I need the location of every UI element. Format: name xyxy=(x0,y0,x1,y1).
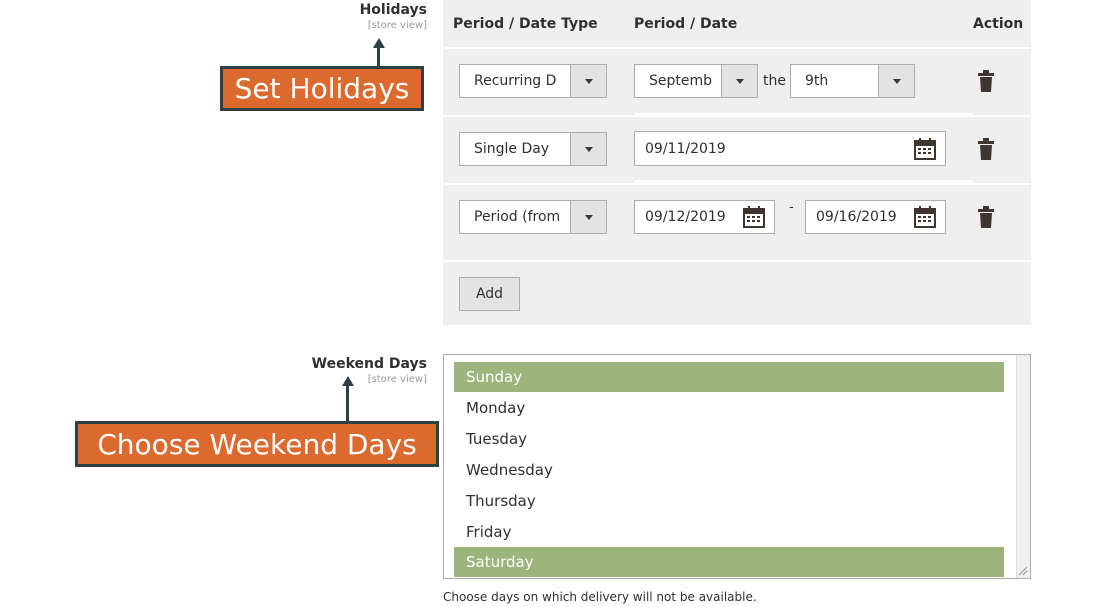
row1-day-dropdown-button[interactable] xyxy=(878,65,914,97)
weekend-arrow-line xyxy=(346,384,349,421)
row3-to-date-value: 09/16/2019 xyxy=(816,209,897,225)
row1-type-value: Recurring D xyxy=(474,73,557,89)
row2-date-input[interactable]: 09/11/2019 xyxy=(634,131,946,166)
weekend-option-thursday[interactable]: Thursday xyxy=(454,486,1004,516)
row-separator xyxy=(443,47,1031,49)
weekend-option-sunday[interactable]: Sunday xyxy=(454,362,1004,392)
column-header-date: Period / Date xyxy=(634,16,738,32)
row1-type-select[interactable]: Recurring D xyxy=(459,64,607,98)
weekend-days-label: Weekend Days xyxy=(311,356,427,372)
row2-type-dropdown-button[interactable] xyxy=(570,133,606,165)
trash-icon xyxy=(978,206,994,228)
trash-icon xyxy=(978,138,994,160)
weekend-option-friday[interactable]: Friday xyxy=(454,517,1004,547)
weekend-option-tuesday[interactable]: Tuesday xyxy=(454,424,1004,454)
weekend-days-note: Choose days on which delivery will not b… xyxy=(443,590,757,604)
row3-type-dropdown-button[interactable] xyxy=(570,201,606,233)
calendar-icon[interactable] xyxy=(914,137,936,160)
resize-handle-icon[interactable] xyxy=(1016,564,1028,576)
calendar-icon[interactable] xyxy=(914,206,936,228)
row3-range-separator: - xyxy=(789,200,794,215)
add-holiday-button[interactable]: Add xyxy=(459,277,520,311)
row-separator xyxy=(443,260,1031,262)
row1-day-value: 9th xyxy=(805,73,829,89)
row2-date-underline xyxy=(634,180,973,184)
row2-date-value: 09/11/2019 xyxy=(645,140,726,157)
caret-down-icon xyxy=(584,214,593,220)
row3-from-date-value: 09/12/2019 xyxy=(645,209,726,225)
row1-day-select[interactable]: 9th xyxy=(790,64,915,98)
caret-down-icon xyxy=(892,78,901,84)
set-holidays-callout: Set Holidays xyxy=(220,66,424,111)
row3-delete-button[interactable] xyxy=(978,206,994,228)
calendar-icon[interactable] xyxy=(743,206,765,228)
row3-from-date-input[interactable]: 09/12/2019 xyxy=(634,200,775,234)
row1-type-dropdown-button[interactable] xyxy=(570,65,606,97)
weekend-days-multiselect[interactable]: Sunday Monday Tuesday Wednesday Thursday… xyxy=(443,354,1031,579)
row2-type-value: Single Day xyxy=(474,141,550,157)
trash-icon xyxy=(978,70,994,92)
listbox-scrollbar[interactable] xyxy=(1016,355,1030,578)
holidays-label: Holidays xyxy=(359,2,427,18)
weekend-option-saturday[interactable]: Saturday xyxy=(454,547,1004,577)
row1-date-underline xyxy=(634,113,973,117)
holidays-arrow-line xyxy=(377,46,380,66)
holidays-scope: [store view] xyxy=(367,20,427,31)
column-header-type: Period / Date Type xyxy=(453,16,598,32)
weekend-option-monday[interactable]: Monday xyxy=(454,393,1004,423)
row3-type-value: Period (from xyxy=(474,209,561,225)
choose-weekend-days-callout: Choose Weekend Days xyxy=(75,421,439,467)
column-header-action: Action xyxy=(973,16,1024,32)
row1-month-value: Septemb xyxy=(649,73,713,89)
caret-down-icon xyxy=(735,78,744,84)
row2-delete-button[interactable] xyxy=(978,138,994,160)
row3-to-date-input[interactable]: 09/16/2019 xyxy=(805,200,946,234)
weekend-option-wednesday[interactable]: Wednesday xyxy=(454,455,1004,485)
row3-type-select[interactable]: Period (from xyxy=(459,200,607,234)
caret-down-icon xyxy=(584,146,593,152)
row2-type-select[interactable]: Single Day xyxy=(459,132,607,166)
row1-delete-button[interactable] xyxy=(978,70,994,92)
row1-connector: the xyxy=(763,73,786,89)
row1-month-select[interactable]: Septemb xyxy=(634,64,758,98)
row1-month-dropdown-button[interactable] xyxy=(721,65,757,97)
caret-down-icon xyxy=(584,78,593,84)
